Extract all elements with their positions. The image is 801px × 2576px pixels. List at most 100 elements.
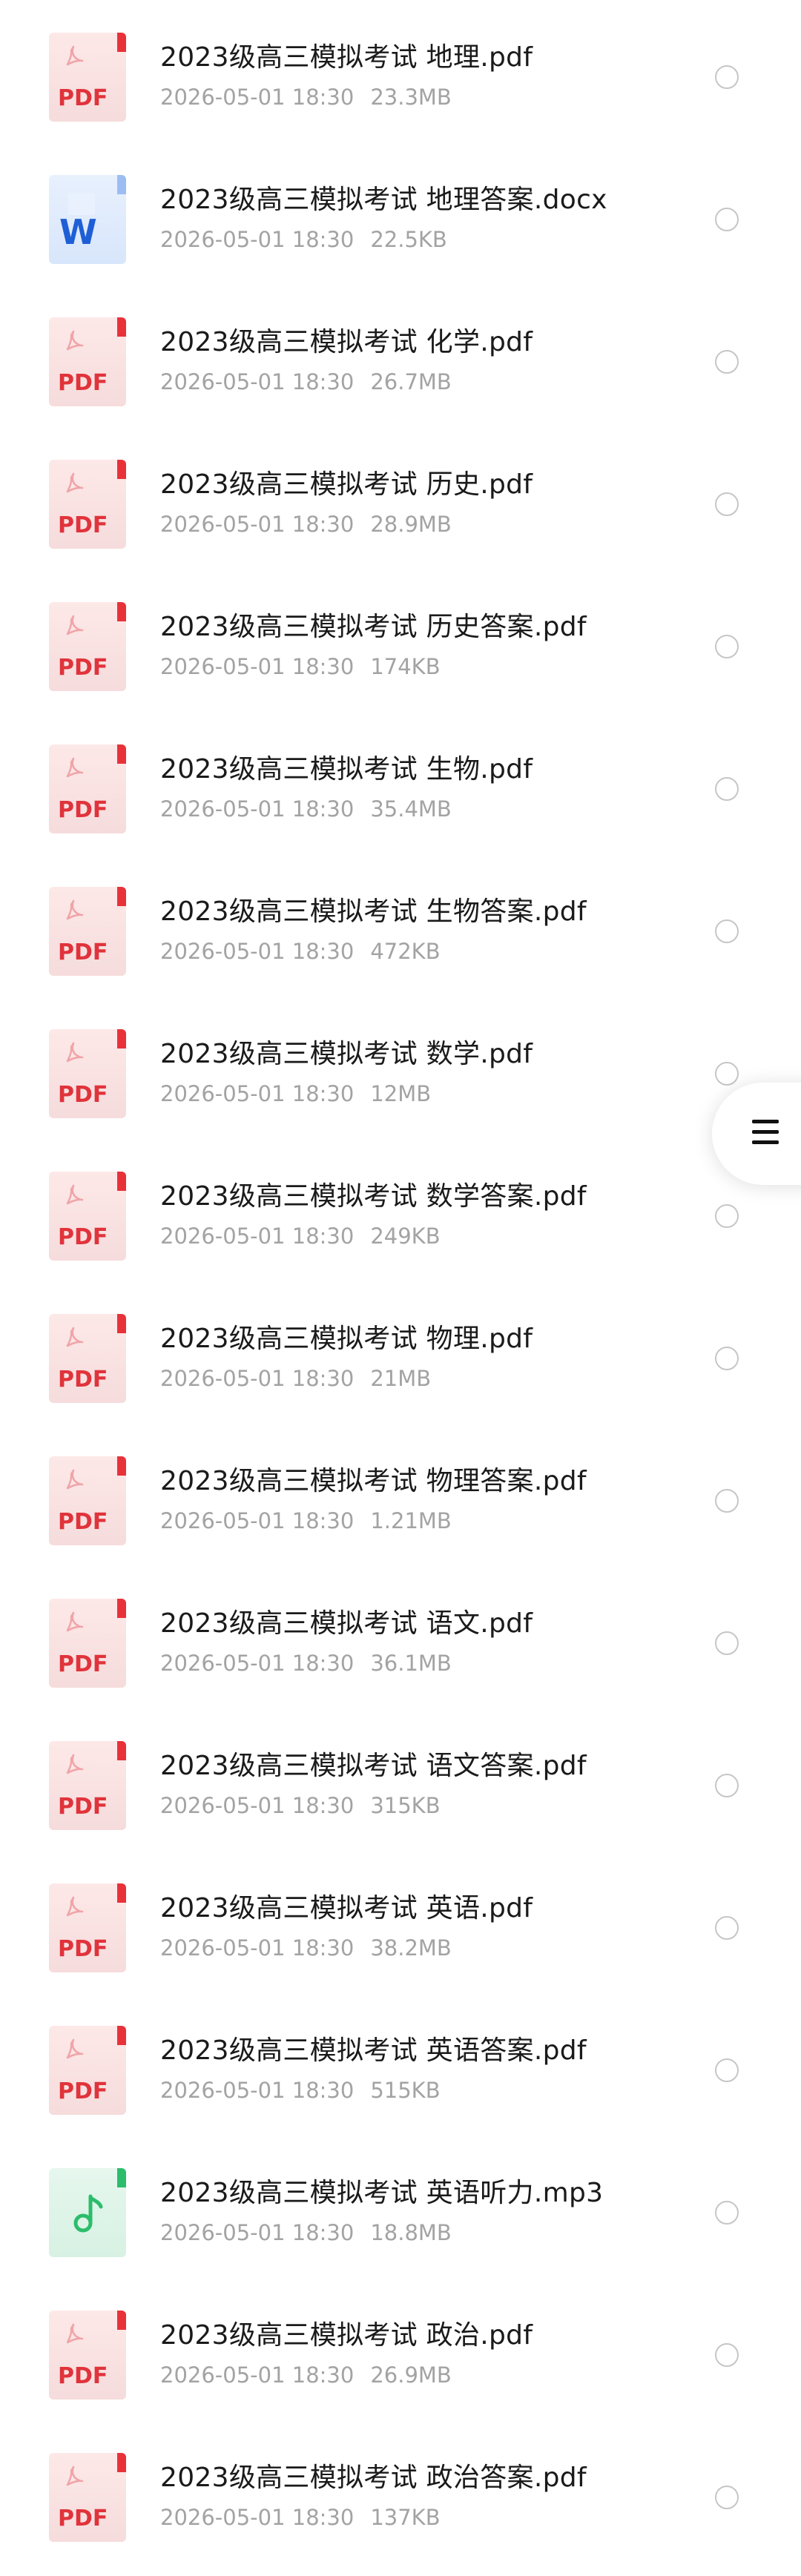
file-date: 2026-05-01 18:30 [160, 2078, 355, 2103]
file-size: 12MB [370, 1081, 432, 1106]
select-radio[interactable] [715, 492, 739, 516]
file-name: 2023级高三模拟考试 地理.pdf [160, 42, 533, 73]
file-row[interactable]: PDF 2023级高三模拟考试 语文答案.pdf 2026-05-01 18:3… [0, 1708, 801, 1851]
file-size: 36.1MB [370, 1651, 452, 1676]
file-row[interactable]: PDF 2023级高三模拟考试 数学.pdf 2026-05-01 18:30 1… [0, 997, 801, 1139]
file-meta: 2026-05-01 18:30 36.1MB [160, 1651, 452, 1676]
file-meta: 2026-05-01 18:30 28.9MB [160, 512, 452, 537]
file-date: 2026-05-01 18:30 [160, 512, 355, 537]
pdf-file-icon: PDF [49, 1456, 126, 1545]
file-name: 2023级高三模拟考试 英语.pdf [160, 1893, 533, 1923]
file-name: 2023级高三模拟考试 数学.pdf [160, 1039, 533, 1069]
pdf-file-icon: PDF [49, 1314, 126, 1403]
file-size: 26.7MB [370, 369, 452, 394]
file-row[interactable]: PDF 2023级高三模拟考试 政治答案.pdf 2026-05-01 18:3… [0, 2420, 801, 2563]
file-meta: 2026-05-01 18:30 315KB [160, 1793, 441, 1818]
file-row[interactable]: PDF 2023级高三模拟考试 物理答案.pdf 2026-05-01 18:3… [0, 1424, 801, 1566]
file-date: 2026-05-01 18:30 [160, 2505, 355, 2530]
file-size: 23.3MB [370, 85, 452, 110]
select-radio[interactable] [715, 777, 739, 801]
music-file-icon [49, 2168, 126, 2257]
file-name: 2023级高三模拟考试 语文.pdf [160, 1608, 533, 1639]
file-name: 2023级高三模拟考试 化学.pdf [160, 327, 533, 357]
pdf-file-icon: PDF [49, 317, 126, 406]
pdf-file-icon: PDF [49, 2026, 126, 2115]
pdf-file-icon: PDF [49, 1029, 126, 1118]
file-name: 2023级高三模拟考试 历史答案.pdf [160, 612, 587, 642]
pdf-file-icon: PDF [49, 460, 126, 549]
file-row[interactable]: W 2023级高三模拟考试 地理答案.docx 2026-05-01 18:30… [0, 142, 801, 285]
file-name: 2023级高三模拟考试 物理答案.pdf [160, 1466, 587, 1496]
file-meta: 2026-05-01 18:30 137KB [160, 2505, 441, 2530]
file-name: 2023级高三模拟考试 历史.pdf [160, 469, 533, 500]
file-row[interactable]: PDF 2023级高三模拟考试 物理.pdf 2026-05-01 18:30 2… [0, 1281, 801, 1424]
file-meta: 2026-05-01 18:30 26.7MB [160, 369, 452, 394]
pdf-file-icon: PDF [49, 2311, 126, 2400]
file-size: 315KB [370, 1793, 441, 1818]
file-meta: 2026-05-01 18:30 21MB [160, 1366, 431, 1391]
select-radio[interactable] [715, 2343, 739, 2367]
file-row[interactable]: PDF 2023级高三模拟考试 化学.pdf 2026-05-01 18:30 2… [0, 285, 801, 427]
file-size: 472KB [370, 939, 441, 964]
file-date: 2026-05-01 18:30 [160, 1223, 355, 1249]
select-radio[interactable] [715, 1347, 739, 1370]
file-name: 2023级高三模拟考试 英语答案.pdf [160, 2035, 587, 2066]
pdf-file-icon: PDF [49, 1599, 126, 1688]
pdf-file-icon: PDF [49, 33, 126, 122]
word-file-icon: W [49, 175, 126, 264]
file-row[interactable]: PDF 2023级高三模拟考试 生物答案.pdf 2026-05-01 18:3… [0, 854, 801, 997]
file-date: 2026-05-01 18:30 [160, 2362, 355, 2388]
file-row[interactable]: PDF 2023级高三模拟考试 英语答案.pdf 2026-05-01 18:3… [0, 1993, 801, 2136]
file-date: 2026-05-01 18:30 [160, 796, 355, 822]
select-radio[interactable] [715, 1062, 739, 1086]
file-meta: 2026-05-01 18:30 515KB [160, 2078, 441, 2103]
select-radio[interactable] [715, 2058, 739, 2082]
file-meta: 2026-05-01 18:30 22.5KB [160, 227, 447, 252]
file-row[interactable]: 2023级高三模拟考试 英语听力.mp3 2026-05-01 18:30 18.… [0, 2136, 801, 2278]
file-meta: 2026-05-01 18:30 174KB [160, 654, 441, 679]
file-meta: 2026-05-01 18:30 472KB [160, 939, 441, 964]
file-meta: 2026-05-01 18:30 26.9MB [160, 2362, 452, 2388]
file-size: 515KB [370, 2078, 441, 2103]
file-meta: 2026-05-01 18:30 1.21MB [160, 1508, 452, 1533]
file-date: 2026-05-01 18:30 [160, 1935, 355, 1961]
pdf-file-icon: PDF [49, 2453, 126, 2542]
select-radio[interactable] [715, 208, 739, 231]
pdf-file-icon: PDF [49, 1883, 126, 1972]
file-size: 22.5KB [370, 227, 447, 252]
file-row[interactable]: PDF 2023级高三模拟考试 英语.pdf 2026-05-01 18:30 3… [0, 1851, 801, 1993]
file-row[interactable]: PDF 2023级高三模拟考试 语文.pdf 2026-05-01 18:30 3… [0, 1566, 801, 1708]
select-radio[interactable] [715, 1916, 739, 1940]
file-meta: 2026-05-01 18:30 249KB [160, 1223, 441, 1249]
select-radio[interactable] [715, 1774, 739, 1797]
file-meta: 2026-05-01 18:30 35.4MB [160, 796, 452, 822]
file-date: 2026-05-01 18:30 [160, 369, 355, 394]
file-name: 2023级高三模拟考试 英语听力.mp3 [160, 2178, 604, 2208]
select-radio[interactable] [715, 350, 739, 374]
pdf-file-icon: PDF [49, 744, 126, 833]
select-radio[interactable] [715, 919, 739, 943]
file-row[interactable]: PDF 2023级高三模拟考试 地理.pdf 2026-05-01 18:30 2… [0, 0, 801, 142]
select-radio[interactable] [715, 1631, 739, 1655]
file-row[interactable]: PDF 2023级高三模拟考试 数学答案.pdf 2026-05-01 18:3… [0, 1139, 801, 1281]
file-size: 21MB [370, 1366, 432, 1391]
select-radio[interactable] [715, 65, 739, 89]
file-name: 2023级高三模拟考试 生物.pdf [160, 754, 533, 785]
file-row[interactable]: PDF 2023级高三模拟考试 历史答案.pdf 2026-05-01 18:3… [0, 569, 801, 712]
file-size: 18.8MB [370, 2220, 452, 2245]
file-row[interactable]: PDF 2023级高三模拟考试 生物.pdf 2026-05-01 18:30 3… [0, 712, 801, 854]
file-date: 2026-05-01 18:30 [160, 1081, 355, 1106]
file-date: 2026-05-01 18:30 [160, 1508, 355, 1533]
file-row[interactable]: PDF 2023级高三模拟考试 历史.pdf 2026-05-01 18:30 2… [0, 427, 801, 569]
file-size: 137KB [370, 2505, 441, 2530]
file-size: 38.2MB [370, 1935, 452, 1961]
menu-icon [752, 1120, 779, 1146]
file-name: 2023级高三模拟考试 语文答案.pdf [160, 1751, 587, 1781]
select-radio[interactable] [715, 635, 739, 658]
select-radio[interactable] [715, 1204, 739, 1228]
select-radio[interactable] [715, 2201, 739, 2225]
select-radio[interactable] [715, 2486, 739, 2509]
select-radio[interactable] [715, 1489, 739, 1513]
file-row[interactable]: PDF 2023级高三模拟考试 政治.pdf 2026-05-01 18:30 2… [0, 2278, 801, 2420]
file-date: 2026-05-01 18:30 [160, 1366, 355, 1391]
